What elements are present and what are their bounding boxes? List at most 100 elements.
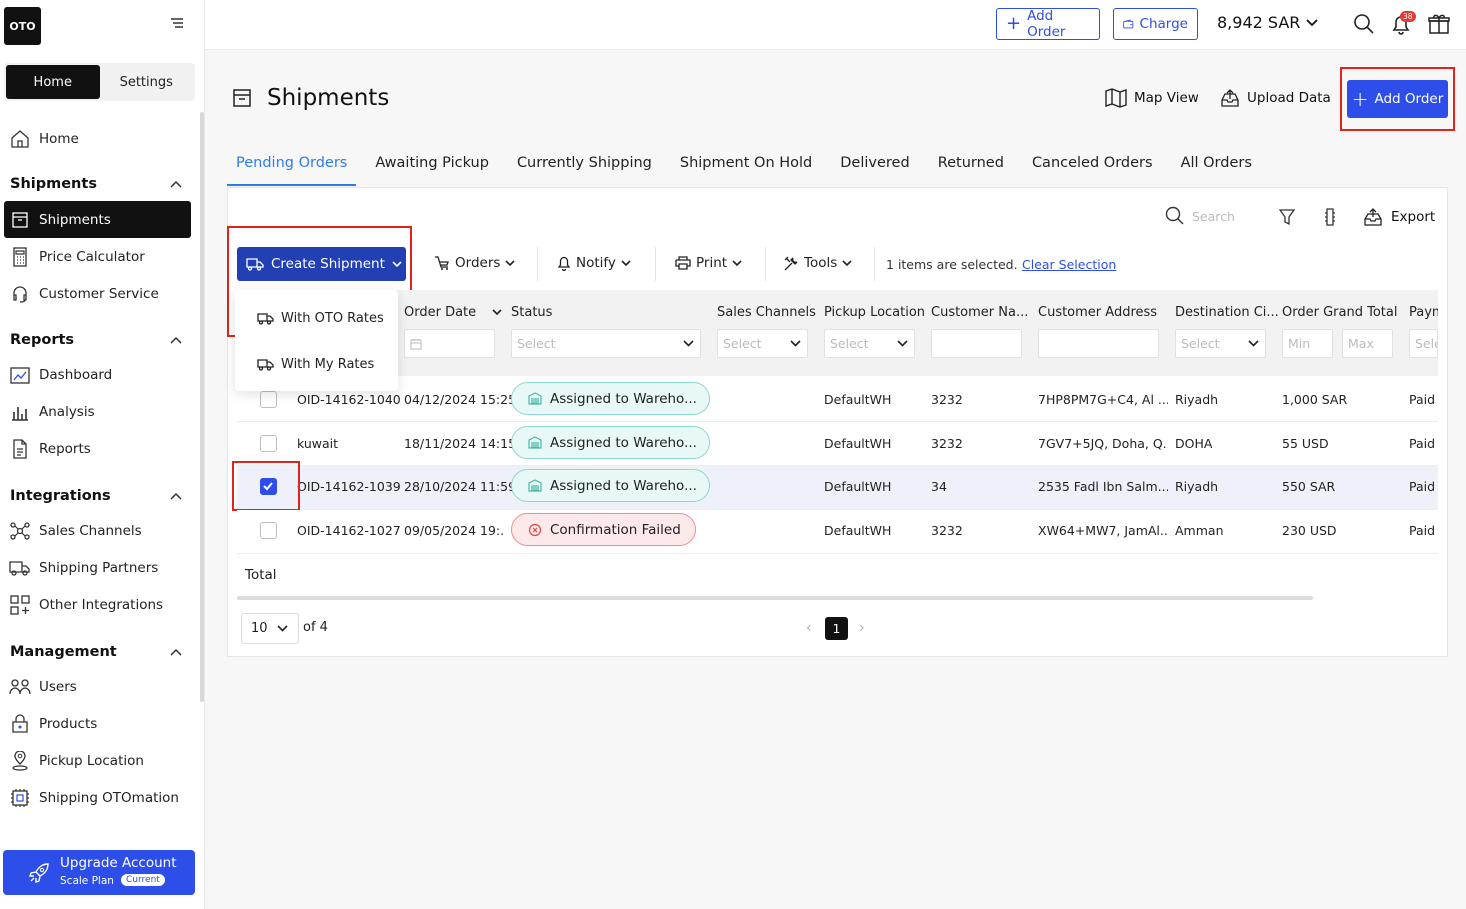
section-shipments[interactable]: Shipments (10, 172, 182, 196)
tab-delivered[interactable]: Delivered (831, 150, 918, 186)
col-pickup-location[interactable]: Pickup Location (824, 305, 925, 320)
payment-status: Paid (1409, 436, 1436, 451)
status-badge[interactable]: Assigned to Wareho... (511, 469, 710, 502)
warehouse-icon (528, 392, 542, 405)
customer-address-filter[interactable] (1038, 329, 1159, 358)
truck-icon (246, 258, 264, 271)
sidebar-item-home[interactable]: Home (4, 120, 191, 157)
tab-all-orders[interactable]: All Orders (1172, 150, 1261, 186)
search-input[interactable]: Search (1165, 206, 1235, 226)
sidebar-item-analysis[interactable]: Analysis (4, 393, 191, 430)
col-status[interactable]: Status (511, 305, 552, 320)
with-my-rates-option[interactable]: With My Rates (235, 346, 398, 382)
section-management[interactable]: Management (10, 640, 182, 664)
row-checkbox[interactable] (260, 522, 277, 539)
oto-logo[interactable]: OTO (4, 7, 41, 45)
sidebar-item-products[interactable]: Products (4, 705, 191, 742)
page-1-button[interactable]: 1 (825, 617, 848, 640)
prev-page-icon[interactable]: ‹ (806, 620, 812, 636)
tab-currently-shipping[interactable]: Currently Shipping (508, 150, 661, 186)
clear-selection-link[interactable]: Clear Selection (1022, 257, 1116, 272)
chevron-down-icon[interactable] (492, 309, 502, 316)
order-date-filter[interactable] (404, 329, 495, 358)
row-checkbox[interactable] (260, 435, 277, 452)
notify-menu-button[interactable]: Notify (557, 255, 631, 271)
sidebar-item-customer-service[interactable]: Customer Service (4, 275, 191, 312)
sidebar-item-sales-channels[interactable]: Sales Channels (4, 512, 191, 549)
create-shipment-button[interactable]: Create Shipment (237, 247, 406, 281)
col-order-grand-total[interactable]: Order Grand Total (1282, 305, 1397, 320)
row-checkbox[interactable] (260, 391, 277, 408)
tab-returned[interactable]: Returned (929, 150, 1013, 186)
columns-icon[interactable] (1323, 208, 1337, 226)
sidebar-item-other-integrations[interactable]: Other Integrations (4, 586, 191, 623)
upload-data-button[interactable]: Upload Data (1220, 88, 1331, 108)
with-oto-rates-option[interactable]: With OTO Rates (235, 300, 398, 336)
next-page-icon[interactable]: › (859, 620, 865, 636)
table-row[interactable]: kuwait 18/11/2024 14:15 Assigned to Ware… (237, 422, 1438, 466)
destination-city-filter[interactable]: Select (1175, 329, 1266, 358)
toolbar-divider (765, 247, 766, 281)
tab-canceled-orders[interactable]: Canceled Orders (1023, 150, 1162, 186)
pickup-location-filter[interactable]: Select (824, 329, 915, 358)
total-max-filter[interactable]: Max (1342, 329, 1393, 358)
order-date: 18/11/2024 14:15 (404, 436, 517, 451)
order-id[interactable]: kuwait (297, 436, 338, 451)
col-destination-city[interactable]: Destination Ci... (1175, 305, 1279, 320)
sidebar-item-users[interactable]: Users (4, 668, 191, 705)
topbar-add-order-button[interactable]: + Add Order (996, 8, 1100, 40)
col-customer-name[interactable]: Customer Na... (931, 305, 1028, 320)
table-row[interactable]: OID-14162-1027 09/05/2024 19:... Confirm… (237, 510, 1438, 554)
section-integrations[interactable]: Integrations (10, 484, 182, 508)
menu-collapse-icon[interactable] (169, 15, 185, 31)
col-customer-address[interactable]: Customer Address (1038, 305, 1157, 320)
order-id[interactable]: OID-14162-1027 (297, 523, 401, 538)
sidebar-item-price-calculator[interactable]: Price Calculator (4, 238, 191, 275)
upgrade-account-button[interactable]: Upgrade Account Scale Plan Current (3, 850, 195, 895)
charge-button[interactable]: Charge (1113, 8, 1198, 40)
payment-filter[interactable]: Sele (1409, 329, 1438, 358)
sidebar-item-reports[interactable]: Reports (4, 430, 191, 467)
col-order-date[interactable]: Order Date (404, 305, 502, 320)
sidebar-item-shipping-partners[interactable]: Shipping Partners (4, 549, 191, 586)
col-sales-channels[interactable]: Sales Channels (717, 305, 816, 320)
map-view-button[interactable]: Map View (1105, 88, 1199, 108)
add-order-button[interactable]: + Add Order (1347, 80, 1448, 118)
filter-icon[interactable] (1279, 209, 1295, 226)
tools-menu-button[interactable]: Tools (784, 255, 852, 271)
balance-dropdown[interactable]: 8,942 SAR (1217, 13, 1319, 32)
order-id[interactable]: OID-14162-1039 (297, 479, 401, 494)
tab-pending-orders[interactable]: Pending Orders (227, 150, 357, 186)
sidebar-item-label: Price Calculator (39, 248, 145, 265)
order-id[interactable]: OID-14162-1040 (297, 392, 401, 407)
charge-label: Charge (1139, 16, 1188, 32)
status-badge[interactable]: Assigned to Wareho... (511, 426, 710, 459)
row-checkbox-checked[interactable] (260, 478, 277, 495)
sidebar-item-shipments[interactable]: Shipments (4, 201, 191, 238)
sidebar-item-shipping-otomation[interactable]: Shipping OTOmation (4, 779, 191, 816)
home-toggle-button[interactable]: Home (6, 65, 100, 99)
tab-awaiting-pickup[interactable]: Awaiting Pickup (366, 150, 498, 186)
settings-toggle-button[interactable]: Settings (100, 65, 194, 99)
page-size-select[interactable]: 10 (241, 613, 299, 644)
section-reports[interactable]: Reports (10, 328, 182, 352)
print-menu-button[interactable]: Print (675, 255, 742, 271)
sales-channels-filter[interactable]: Select (717, 329, 808, 358)
orders-menu-button[interactable]: Orders (434, 255, 515, 271)
tab-shipment-on-hold[interactable]: Shipment On Hold (671, 150, 821, 186)
table-horizontal-scrollbar[interactable] (237, 596, 1313, 600)
total-min-filter[interactable]: Min (1282, 329, 1333, 358)
sidebar-item-dashboard[interactable]: Dashboard (4, 356, 191, 393)
col-payment[interactable]: Paym (1409, 305, 1438, 320)
status-filter[interactable]: Select (511, 329, 701, 358)
customer-name-filter[interactable] (931, 329, 1022, 358)
search-icon[interactable] (1352, 12, 1376, 36)
status-badge[interactable]: Assigned to Wareho... (511, 382, 710, 415)
export-button[interactable]: Export (1363, 208, 1435, 226)
sidebar-scrollbar[interactable] (200, 112, 204, 702)
table-row[interactable]: OID-14162-1039 28/10/2024 11:59 Assigned… (237, 466, 1438, 510)
sidebar-item-pickup-location[interactable]: Pickup Location (4, 742, 191, 779)
status-badge[interactable]: Confirmation Failed (511, 513, 696, 546)
table-row[interactable]: OID-14162-1040 04/12/2024 15:25 Assigned… (237, 378, 1438, 422)
gift-icon[interactable] (1427, 12, 1451, 36)
